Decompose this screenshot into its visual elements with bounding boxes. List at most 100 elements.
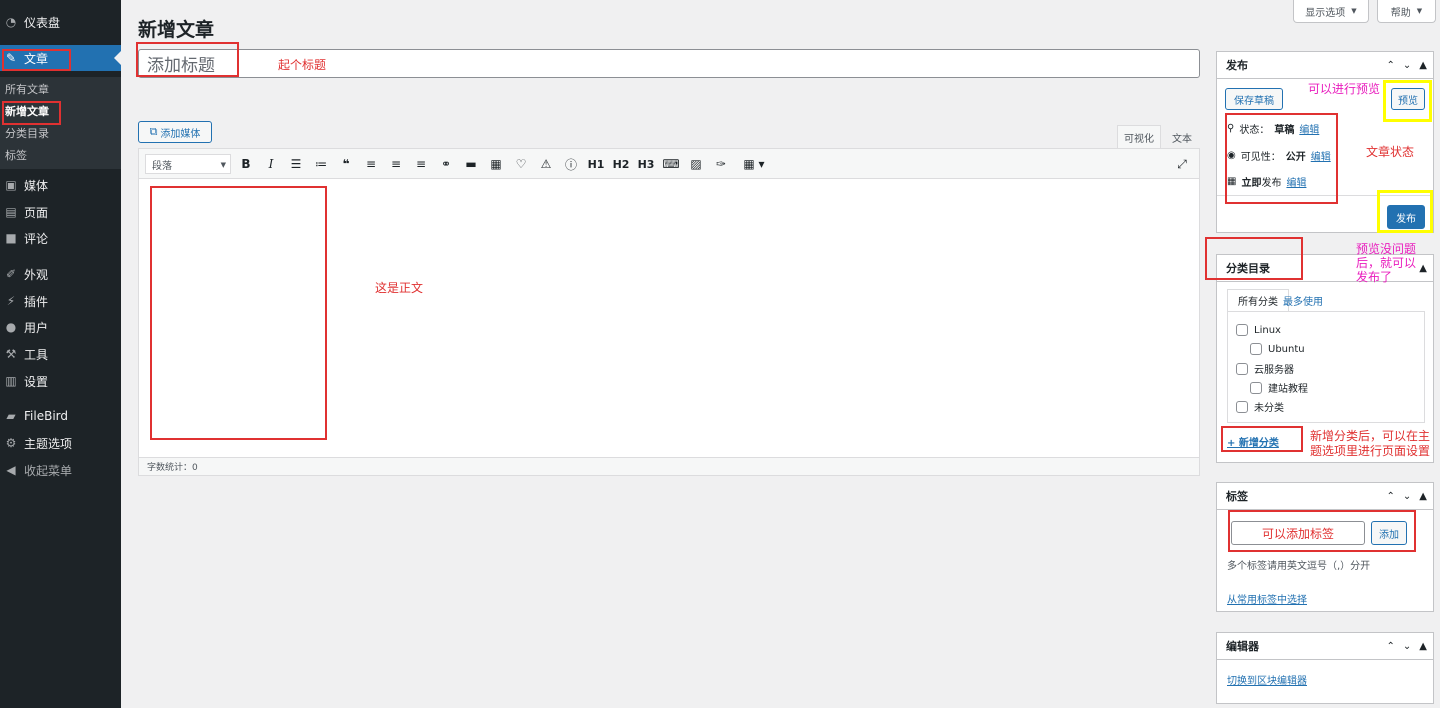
tab-popular-categories[interactable]: 最多使用	[1283, 293, 1323, 308]
annotation-box-preview	[1383, 80, 1432, 122]
menu-comments[interactable]: ■ 评论	[0, 225, 121, 251]
category-item[interactable]: 未分类	[1236, 399, 1284, 414]
word-count: 字数统计：0	[139, 457, 1199, 475]
italic-icon[interactable]: I	[262, 155, 280, 173]
submenu-categories[interactable]: 分类目录	[5, 125, 49, 141]
heading2-icon[interactable]: H2	[612, 155, 630, 173]
switch-block-editor-link[interactable]: 切换到区块编辑器	[1227, 672, 1307, 687]
chevron-up-icon[interactable]: ⌃	[1387, 641, 1395, 652]
page-icon: ▤	[5, 205, 17, 219]
annotation-box-tags	[1228, 510, 1416, 552]
image-icon[interactable]: ▨	[687, 155, 705, 173]
settings-icon: ▥	[5, 374, 17, 388]
category-item[interactable]: Ubuntu	[1250, 343, 1305, 355]
triangle-up-icon[interactable]: ▲	[1419, 491, 1427, 502]
checkbox[interactable]	[1250, 343, 1262, 355]
checkbox[interactable]	[1250, 381, 1262, 394]
add-media-button[interactable]: ⧉ 添加媒体	[138, 121, 212, 143]
plugin-icon: ⚡	[6, 294, 16, 308]
dashboard-icon: ◔	[5, 15, 17, 29]
menu-plugins[interactable]: ⚡ 插件	[0, 288, 121, 314]
editor-switch-box: 编辑器 ⌃ ⌄ ▲ 切换到区块编辑器	[1216, 632, 1434, 704]
caret-down-icon: ▼	[1351, 7, 1357, 15]
chevron-down-icon[interactable]: ⌄	[1403, 491, 1411, 502]
format-select[interactable]: 段落 ▼	[145, 154, 231, 174]
align-left-icon[interactable]: ≡	[362, 155, 380, 173]
tab-visual[interactable]: 可视化	[1117, 125, 1161, 149]
help-button[interactable]: 帮助 ▼	[1377, 0, 1436, 23]
annotation-box-title	[136, 42, 239, 77]
media-icon: ⧉	[149, 125, 158, 138]
checkbox[interactable]	[1236, 362, 1248, 375]
menu-theme-options[interactable]: ⚙ 主题选项	[0, 430, 121, 456]
fullscreen-icon[interactable]: ⤢	[1173, 155, 1191, 173]
annotation-body-note: 这是正文	[375, 281, 424, 295]
chevron-down-icon[interactable]: ⌄	[1403, 641, 1411, 652]
submenu-tags[interactable]: 标签	[5, 147, 27, 163]
link-icon[interactable]: ⚭	[437, 155, 455, 173]
category-item[interactable]: 云服务器	[1236, 361, 1294, 376]
pin-icon[interactable]: ✑	[712, 155, 730, 173]
chevron-up-icon[interactable]: ⌃	[1387, 60, 1395, 71]
caret-down-icon: ▼	[1416, 7, 1423, 15]
bold-icon[interactable]: B	[237, 155, 255, 173]
menu-collapse[interactable]: ◀ 收起菜单	[0, 457, 121, 483]
save-draft-button[interactable]: 保存草稿	[1225, 88, 1283, 110]
heading3-icon[interactable]: H3	[637, 155, 655, 173]
publish-box-header: 发布 ⌃ ⌄ ▲	[1217, 52, 1433, 79]
editor-switch-box-header: 编辑器 ⌃ ⌄ ▲	[1217, 633, 1433, 660]
menu-tools[interactable]: ⚒ 工具	[0, 341, 121, 367]
bullet-list-icon[interactable]: ☰	[287, 155, 305, 173]
menu-media[interactable]: ▣ 媒体	[0, 172, 121, 198]
wrench-icon: ⚒	[5, 347, 17, 361]
annotation-box-posts	[2, 49, 71, 71]
heart-icon[interactable]: ♡	[512, 155, 530, 173]
align-center-icon[interactable]: ≡	[387, 155, 405, 173]
tag-hint: 多个标签请用英文逗号（,）分开	[1227, 561, 1371, 572]
menu-pages[interactable]: ▤ 页面	[0, 199, 121, 225]
annotation-preview-note: 可以进行预览	[1308, 82, 1381, 96]
triangle-up-icon[interactable]: ▲	[1419, 641, 1427, 652]
gear-icon: ⚙	[5, 436, 17, 450]
menu-appearance[interactable]: ✐ 外观	[0, 261, 121, 287]
annotation-title-note: 起个标题	[278, 58, 327, 72]
choose-popular-tags-link[interactable]: 从常用标签中选择	[1227, 591, 1307, 606]
warning-icon[interactable]: ⚠	[537, 155, 555, 173]
comment-icon: ■	[5, 231, 17, 245]
numbered-list-icon[interactable]: ≔	[312, 155, 330, 173]
user-icon: ●	[5, 320, 17, 334]
checkbox[interactable]	[1236, 324, 1248, 336]
menu-settings[interactable]: ▥ 设置	[0, 368, 121, 394]
editor-toolbar: 段落 ▼ B I ☰ ≔ ❝ ≡ ≡ ≡ ⚭ ▬ ▦ ♡ ⚠ ⓘ H1 H2 H…	[139, 149, 1199, 179]
screen-options-button[interactable]: 显示选项 ▼	[1293, 0, 1369, 23]
annotation-box-status	[1225, 113, 1338, 204]
chevron-up-icon[interactable]: ⌃	[1387, 491, 1395, 502]
annotation-box-category	[1205, 237, 1303, 280]
quote-icon[interactable]: ❝	[337, 155, 355, 173]
menu-filebird[interactable]: ▰ FileBird	[0, 403, 121, 429]
category-item[interactable]: 建站教程	[1250, 380, 1308, 395]
caret-down-icon: ▼	[220, 161, 226, 169]
annotation-box-body	[150, 186, 327, 440]
toolbar-toggle-icon[interactable]: ▦	[487, 155, 505, 173]
triangle-up-icon[interactable]: ▲	[1419, 60, 1427, 71]
media-icon: ▣	[5, 178, 17, 192]
annotation-box-add-category	[1221, 426, 1303, 452]
tab-text[interactable]: 文本	[1164, 125, 1200, 149]
heading1-icon[interactable]: H1	[587, 155, 605, 173]
tab-all-categories[interactable]: 所有分类	[1227, 289, 1289, 311]
collapse-icon: ◀	[6, 463, 16, 477]
align-right-icon[interactable]: ≡	[412, 155, 430, 173]
brush-icon: ✐	[5, 267, 17, 281]
submenu-all-posts[interactable]: 所有文章	[5, 81, 49, 97]
checkbox[interactable]	[1236, 400, 1248, 413]
menu-dashboard[interactable]: ◔ 仪表盘	[0, 9, 121, 35]
code-icon[interactable]: ⌨	[662, 155, 680, 173]
read-more-icon[interactable]: ▬	[462, 155, 480, 173]
info-icon[interactable]: ⓘ	[562, 155, 580, 173]
chevron-down-icon[interactable]: ⌄	[1403, 60, 1411, 71]
tag-box-header: 标签 ⌃ ⌄ ▲	[1217, 483, 1433, 510]
menu-users[interactable]: ● 用户	[0, 314, 121, 340]
table-icon[interactable]: ▦ ▾	[739, 155, 769, 173]
category-item[interactable]: Linux	[1236, 324, 1281, 336]
